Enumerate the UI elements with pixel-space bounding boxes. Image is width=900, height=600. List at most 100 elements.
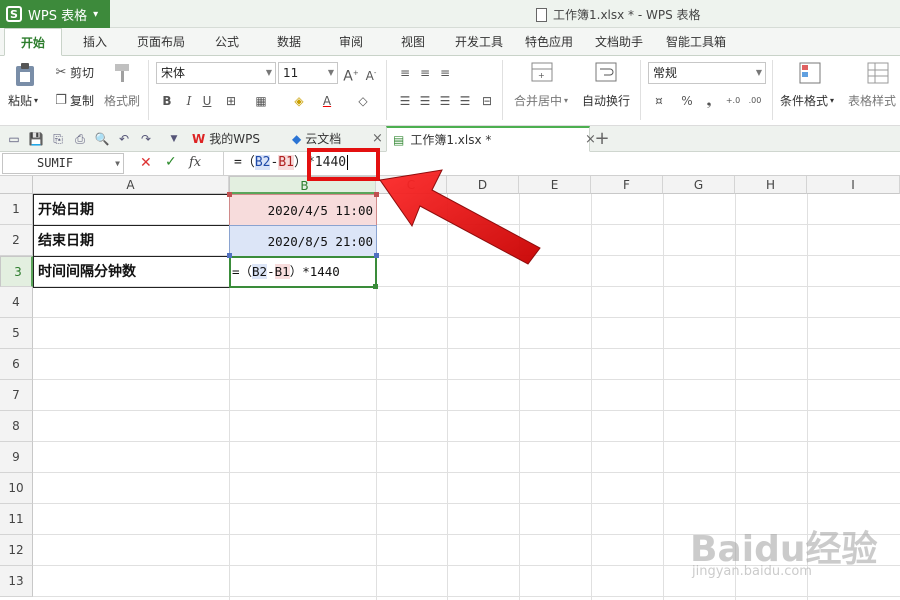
clear-format-icon[interactable]: ◇ [354, 92, 372, 110]
merge-center-button[interactable]: 合并居中 ▾ [514, 92, 568, 109]
row-header-6[interactable]: 6 [0, 349, 33, 380]
italic-button[interactable]: I [180, 92, 198, 110]
redo-icon[interactable]: ↷ [138, 131, 154, 147]
doc-tab-workbook[interactable]: ▤ 工作簿1.xlsx * × [386, 126, 596, 152]
row-header-1[interactable]: 1 [0, 194, 33, 225]
row-header-3[interactable]: 3 [0, 256, 33, 287]
new-tab-plus-icon[interactable]: + [594, 130, 610, 148]
align-center-icon[interactable]: ☰ [416, 92, 434, 110]
insert-function-button[interactable]: fx [189, 155, 201, 170]
formula-ref-b1: B1 [278, 155, 294, 170]
name-box[interactable]: SUMIF ▼ [2, 153, 124, 174]
cell-b2[interactable]: 2020/8/5 21:00 [229, 225, 377, 257]
font-size-value: 11 [283, 66, 299, 80]
number-format-select[interactable]: 常规 ▼ [648, 62, 766, 84]
tab-insert[interactable]: 插入 [72, 28, 118, 56]
row-header-10[interactable]: 10 [0, 473, 33, 504]
paste-icon[interactable] [10, 62, 40, 88]
cell-formula-ref-b2: B2 [252, 264, 268, 279]
table-style-button[interactable]: 表格样式 [848, 92, 896, 109]
align-left-icon[interactable]: ☰ [396, 92, 414, 110]
increase-font-icon[interactable]: A+ [342, 64, 360, 85]
format-painter-label: 格式刷 [104, 94, 141, 108]
column-header-a[interactable]: A [33, 176, 229, 194]
wps-app-menu-button[interactable]: S WPS 表格 ▾ [0, 0, 110, 28]
row-header-5[interactable]: 5 [0, 318, 33, 349]
folder-icon[interactable]: ▭ [6, 131, 22, 147]
column-header-h[interactable]: H [735, 176, 807, 194]
row-header-4[interactable]: 4 [0, 287, 33, 318]
row-header-7[interactable]: 7 [0, 380, 33, 411]
tab-smart-toolbox[interactable]: 智能工具箱 [658, 28, 734, 56]
justify-icon[interactable]: ☰ [456, 92, 474, 110]
row-header-12[interactable]: 12 [0, 535, 33, 566]
bold-button[interactable]: B [158, 92, 176, 110]
font-color-icon[interactable]: A [318, 92, 336, 110]
tab-home[interactable]: 开始 [4, 28, 62, 56]
tab-review[interactable]: 审阅 [328, 28, 374, 56]
tab-special[interactable]: 特色应用 [518, 28, 580, 56]
confirm-formula-button[interactable]: ✓ [165, 154, 177, 170]
border-icon[interactable]: ⊞ [222, 92, 240, 110]
select-all-corner[interactable] [0, 176, 33, 194]
wrap-text-button[interactable]: 自动换行 [582, 92, 630, 109]
decrease-font-icon[interactable]: A- [362, 64, 380, 83]
tab-view[interactable]: 视图 [390, 28, 436, 56]
wrap-text-icon[interactable] [594, 62, 618, 82]
font-size-select[interactable]: 11 ▼ [278, 62, 338, 84]
cell-b1[interactable]: 2020/4/5 11:00 [229, 194, 377, 226]
tab-data[interactable]: 数据 [266, 28, 312, 56]
print-icon[interactable]: ⎙ [72, 131, 88, 147]
align-bottom-icon[interactable]: ≡ [436, 64, 454, 82]
cancel-formula-button[interactable]: ✕ [140, 155, 152, 171]
window-title-text: 工作簿1.xlsx * - WPS 表格 [553, 8, 701, 22]
copy-button[interactable]: ❐ 复制 [52, 92, 94, 109]
print-preview-icon[interactable]: 🔍 [94, 131, 110, 147]
column-header-g[interactable]: G [663, 176, 735, 194]
percent-button[interactable]: % [678, 92, 696, 110]
underline-button[interactable]: U [198, 92, 216, 110]
fill-color-icon[interactable]: ◈ [290, 92, 308, 110]
align-right-icon[interactable]: ☰ [436, 92, 454, 110]
paste-button[interactable]: 粘贴 ▾ [8, 92, 38, 109]
row-header-8[interactable]: 8 [0, 411, 33, 442]
title-bar: S WPS 表格 ▾ 工作簿1.xlsx * - WPS 表格 [0, 0, 900, 28]
decrease-decimal-icon[interactable]: .00 [746, 92, 764, 110]
column-header-f[interactable]: F [591, 176, 663, 194]
column-header-i[interactable]: I [807, 176, 900, 194]
row-header-13[interactable]: 13 [0, 566, 33, 597]
cut-button[interactable]: ✂ 剪切 [52, 64, 94, 81]
range-handle[interactable] [227, 192, 232, 197]
cell-style-icon[interactable]: ▦ [252, 92, 270, 110]
distribute-icon[interactable]: ⊟ [478, 92, 496, 110]
save-icon[interactable]: 💾 [28, 131, 44, 147]
conditional-format-icon[interactable] [798, 62, 822, 84]
fill-handle[interactable] [373, 284, 378, 289]
range-handle[interactable] [227, 253, 232, 258]
export-icon[interactable]: ⎘ [50, 131, 66, 147]
increase-decimal-icon[interactable]: +.0 [724, 92, 742, 110]
currency-icon[interactable]: ¤ [650, 92, 668, 110]
align-top-icon[interactable]: ≡ [396, 64, 414, 82]
cell-a2[interactable]: 结束日期 [33, 225, 230, 257]
cell-a3[interactable]: 时间间隔分钟数 [33, 256, 230, 288]
chevron-down-icon[interactable]: ▼ [166, 131, 182, 147]
row-header-9[interactable]: 9 [0, 442, 33, 473]
undo-icon[interactable]: ↶ [116, 131, 132, 147]
tab-page-layout[interactable]: 页面布局 [130, 28, 192, 56]
table-style-icon[interactable] [866, 62, 890, 84]
cell-a1[interactable]: 开始日期 [33, 194, 230, 226]
format-painter-button[interactable]: 格式刷 [104, 92, 140, 109]
row-header-2[interactable]: 2 [0, 225, 33, 256]
tab-formulas[interactable]: 公式 [204, 28, 250, 56]
comma-button[interactable]: ❟ [700, 92, 718, 110]
format-painter-icon[interactable] [108, 62, 136, 84]
font-name-select[interactable]: 宋体 ▼ [156, 62, 276, 84]
conditional-format-button[interactable]: 条件格式 ▾ [780, 92, 834, 109]
tab-doc-assistant[interactable]: 文档助手 [588, 28, 650, 56]
cell-b3-editing[interactable]: =（B2-B1）*1440 [229, 256, 377, 288]
align-middle-icon[interactable]: ≡ [416, 64, 434, 82]
tab-developer[interactable]: 开发工具 [448, 28, 510, 56]
merge-center-icon[interactable]: + [530, 62, 554, 82]
row-header-11[interactable]: 11 [0, 504, 33, 535]
